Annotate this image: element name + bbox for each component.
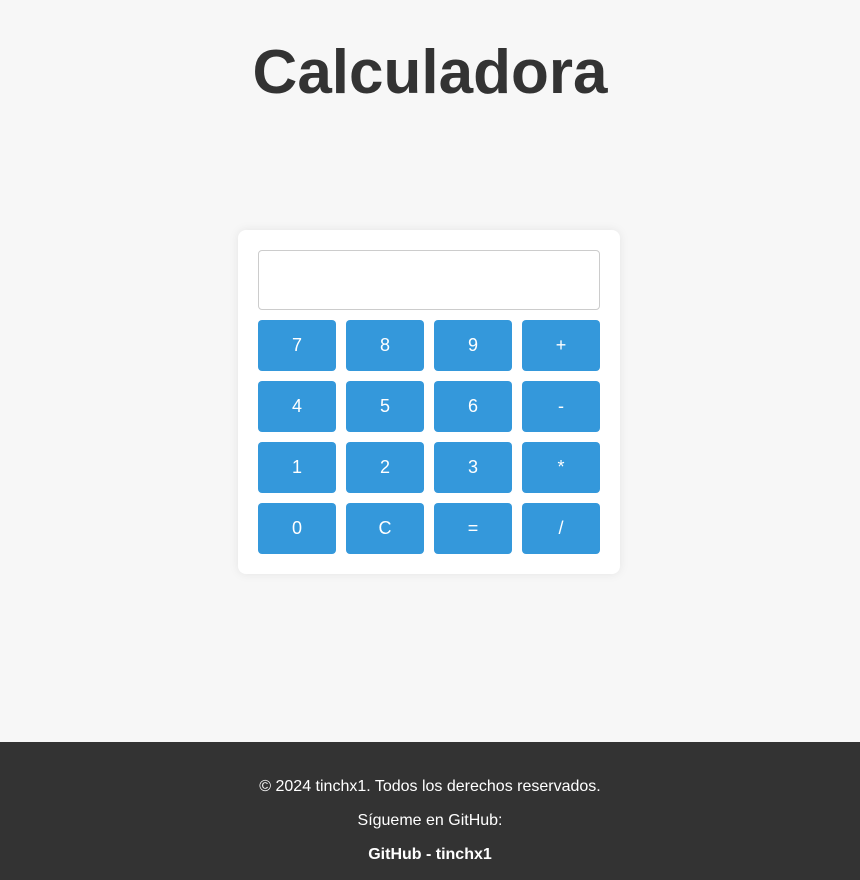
key-equals[interactable]: = [434, 503, 512, 554]
key-6[interactable]: 6 [434, 381, 512, 432]
github-link[interactable]: GitHub - tinchx1 [368, 846, 492, 863]
key-clear[interactable]: C [346, 503, 424, 554]
key-1[interactable]: 1 [258, 442, 336, 493]
key-divide[interactable]: / [522, 503, 600, 554]
calculator-display[interactable] [258, 250, 600, 310]
page: Calculadora 7 8 9 + 4 5 6 - 1 2 3 * 0 C … [0, 0, 860, 880]
key-add[interactable]: + [522, 320, 600, 371]
key-0[interactable]: 0 [258, 503, 336, 554]
key-9[interactable]: 9 [434, 320, 512, 371]
key-8[interactable]: 8 [346, 320, 424, 371]
page-title: Calculadora [252, 38, 608, 107]
key-5[interactable]: 5 [346, 381, 424, 432]
key-4[interactable]: 4 [258, 381, 336, 432]
footer-copyright: © 2024 tinchx1. Todos los derechos reser… [259, 778, 601, 795]
footer-follow-text: Sígueme en GitHub: [357, 812, 503, 829]
key-subtract[interactable]: - [522, 381, 600, 432]
footer: © 2024 tinchx1. Todos los derechos reser… [0, 742, 860, 880]
footer-github-line: GitHub - tinchx1 [0, 846, 860, 864]
key-3[interactable]: 3 [434, 442, 512, 493]
key-multiply[interactable]: * [522, 442, 600, 493]
key-7[interactable]: 7 [258, 320, 336, 371]
key-2[interactable]: 2 [346, 442, 424, 493]
calculator-card: 7 8 9 + 4 5 6 - 1 2 3 * 0 C = / [238, 230, 620, 574]
keypad: 7 8 9 + 4 5 6 - 1 2 3 * 0 C = / [258, 320, 600, 554]
